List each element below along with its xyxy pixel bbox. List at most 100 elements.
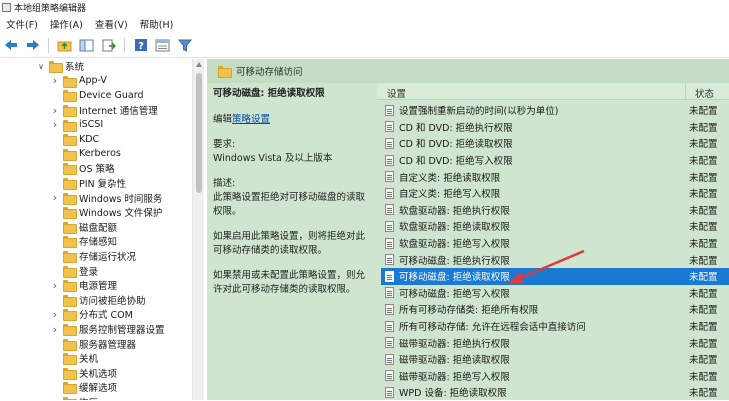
policy-row[interactable]: 所有可移动存储类: 拒绝所有权限 未配置 bbox=[381, 301, 729, 318]
back-icon[interactable] bbox=[2, 37, 19, 54]
policy-name: 磁带驱动器: 拒绝读取权限 bbox=[399, 355, 510, 367]
policy-row[interactable]: CD 和 DVD: 拒绝写入权限 未配置 bbox=[381, 152, 729, 169]
policy-row[interactable]: 磁带驱动器: 拒绝写入权限 未配置 bbox=[381, 368, 729, 385]
tree-item[interactable]: 存储运行状况 bbox=[50, 249, 136, 264]
policy-setting-icon bbox=[385, 353, 394, 365]
menu-bar: 文件(F) 操作(A) 查看(V) 帮助(H) bbox=[0, 14, 729, 33]
folder-icon bbox=[63, 207, 77, 220]
tree-item[interactable]: › Windows 时间服务 bbox=[50, 190, 162, 205]
policy-state: 未配置 bbox=[689, 305, 718, 317]
tree-item[interactable]: Windows 文件保护 bbox=[50, 205, 162, 220]
tree-item[interactable]: 关机选项 bbox=[50, 366, 117, 381]
svg-text:?: ? bbox=[138, 41, 144, 52]
menu-action[interactable]: 操作(A) bbox=[44, 17, 89, 31]
tree-item[interactable]: 恢复 bbox=[50, 395, 98, 400]
help-icon[interactable]: ? bbox=[132, 37, 149, 54]
tree-scrollbar[interactable] bbox=[192, 59, 204, 400]
policy-row[interactable]: 所有可移动存储: 允许在远程会话中直接访问 未配置 bbox=[381, 318, 729, 335]
policy-row[interactable]: 可移动磁盘: 拒绝读取权限 未配置 bbox=[381, 268, 729, 285]
policy-state: 未配置 bbox=[689, 205, 718, 217]
policy-setting-icon bbox=[385, 171, 394, 183]
tree-item[interactable]: Device Guard bbox=[50, 88, 143, 103]
policy-state: 未配置 bbox=[689, 371, 718, 383]
policy-row[interactable]: 磁带驱动器: 拒绝读取权限 未配置 bbox=[381, 351, 729, 368]
tree-item[interactable]: KDC bbox=[50, 132, 99, 147]
menu-help[interactable]: 帮助(H) bbox=[134, 17, 180, 31]
tree-item-label: 关机 bbox=[79, 354, 99, 366]
enabled-text: 如果启用此策略设置，则将拒绝对此可移动存储类的读取权限。 bbox=[213, 231, 366, 256]
expander-placeholder bbox=[50, 353, 60, 363]
menu-file[interactable]: 文件(F) bbox=[0, 17, 44, 31]
policy-row[interactable]: 软盘驱动器: 拒绝写入权限 未配置 bbox=[381, 235, 729, 252]
properties-icon[interactable] bbox=[154, 37, 171, 54]
policy-row[interactable]: 自定义类: 拒绝读取权限 未配置 bbox=[381, 168, 729, 185]
policy-row[interactable]: 磁带驱动器: 拒绝执行权限 未配置 bbox=[381, 334, 729, 351]
tree-item[interactable]: Kerberos bbox=[50, 147, 121, 162]
forward-icon[interactable] bbox=[24, 37, 41, 54]
tree-item[interactable]: 关机 bbox=[50, 351, 98, 366]
tree-item-label: Windows 文件保护 bbox=[79, 208, 163, 220]
tree-item[interactable]: 磁盘配额 bbox=[50, 220, 117, 235]
policy-row[interactable]: 设置强制重新启动的时间(以秒为单位) 未配置 bbox=[381, 102, 729, 119]
policy-setting-icon bbox=[385, 287, 394, 299]
chevron-right-icon[interactable]: › bbox=[50, 308, 60, 321]
tree-item[interactable]: PIN 复杂性 bbox=[50, 176, 126, 191]
tree-item[interactable]: 访问被拒绝协助 bbox=[50, 293, 146, 308]
show-tree-icon[interactable] bbox=[78, 37, 95, 54]
tree-item[interactable]: ∨ 系统 bbox=[36, 59, 84, 74]
tree-item[interactable]: 存储感知 bbox=[50, 234, 117, 249]
expander-placeholder bbox=[50, 339, 60, 349]
chevron-right-icon[interactable]: › bbox=[50, 104, 60, 117]
column-header-setting[interactable]: 设置 bbox=[387, 86, 406, 100]
tree-item[interactable]: 登录 bbox=[50, 263, 98, 278]
folder-icon bbox=[63, 353, 77, 366]
scroll-thumb[interactable] bbox=[196, 73, 202, 193]
policy-row[interactable]: 可移动磁盘: 拒绝执行权限 未配置 bbox=[381, 251, 729, 268]
folder-icon bbox=[63, 75, 77, 88]
chevron-right-icon[interactable]: › bbox=[50, 118, 60, 131]
policy-state: 未配置 bbox=[689, 172, 718, 184]
folder-icon bbox=[63, 119, 77, 132]
chevron-right-icon[interactable]: › bbox=[50, 279, 60, 292]
filter-icon[interactable] bbox=[176, 37, 193, 54]
chevron-right-icon[interactable]: › bbox=[50, 74, 60, 87]
policy-row[interactable]: WPD 设备: 拒绝读取权限 未配置 bbox=[381, 384, 729, 401]
policy-setting-icon bbox=[385, 204, 394, 216]
tree-item-label: 登录 bbox=[79, 266, 99, 278]
tree-item-label: KDC bbox=[79, 133, 100, 145]
scroll-up-arrow-icon[interactable] bbox=[196, 62, 202, 67]
policy-row[interactable]: 可移动磁盘: 拒绝写入权限 未配置 bbox=[381, 285, 729, 302]
requirement-label: 要求: bbox=[213, 139, 236, 150]
policy-row[interactable]: 自定义类: 拒绝写入权限 未配置 bbox=[381, 185, 729, 202]
export-icon[interactable] bbox=[100, 37, 117, 54]
tree-item[interactable]: › iSCSI bbox=[50, 117, 103, 132]
chevron-down-icon[interactable]: ∨ bbox=[36, 61, 46, 71]
up-folder-icon[interactable] bbox=[56, 37, 73, 54]
policy-row[interactable]: 软盘驱动器: 拒绝执行权限 未配置 bbox=[381, 202, 729, 219]
chevron-right-icon[interactable]: › bbox=[50, 323, 60, 336]
edit-line: 编辑策略设置 bbox=[213, 113, 373, 127]
column-header-state[interactable]: 状态 bbox=[695, 86, 714, 100]
policy-description-panel: 可移动磁盘: 拒绝读取权限 编辑策略设置 要求: Windows Vista 及… bbox=[213, 87, 373, 308]
policy-state: 未配置 bbox=[689, 122, 718, 134]
menu-view[interactable]: 查看(V) bbox=[89, 17, 134, 31]
policy-name: 可移动磁盘: 拒绝读取权限 bbox=[399, 272, 510, 284]
policy-row[interactable]: 软盘驱动器: 拒绝读取权限 未配置 bbox=[381, 218, 729, 235]
policy-state: 未配置 bbox=[689, 189, 718, 201]
folder-icon bbox=[63, 105, 77, 118]
chevron-right-icon[interactable]: › bbox=[50, 191, 60, 204]
tree-item[interactable]: › App-V bbox=[50, 74, 107, 89]
column-divider[interactable] bbox=[685, 83, 686, 100]
tree-item[interactable]: 缓解选项 bbox=[50, 380, 117, 395]
tree-item[interactable]: › 分布式 COM bbox=[50, 307, 133, 322]
policy-row[interactable]: CD 和 DVD: 拒绝读取权限 未配置 bbox=[381, 135, 729, 152]
tree-item[interactable]: 服务器管理器 bbox=[50, 336, 136, 351]
tree-item[interactable]: › 服务控制管理器设置 bbox=[50, 322, 165, 337]
policy-setting-icon bbox=[385, 104, 394, 116]
tree-item[interactable]: › Internet 通信管理 bbox=[50, 103, 158, 118]
tree-item[interactable]: OS 策略 bbox=[50, 161, 115, 176]
policy-setting-icon bbox=[385, 370, 394, 382]
policy-row[interactable]: CD 和 DVD: 拒绝执行权限 未配置 bbox=[381, 119, 729, 136]
tree-item[interactable]: › 电源管理 bbox=[50, 278, 117, 293]
edit-policy-link[interactable]: 策略设置 bbox=[232, 114, 270, 125]
